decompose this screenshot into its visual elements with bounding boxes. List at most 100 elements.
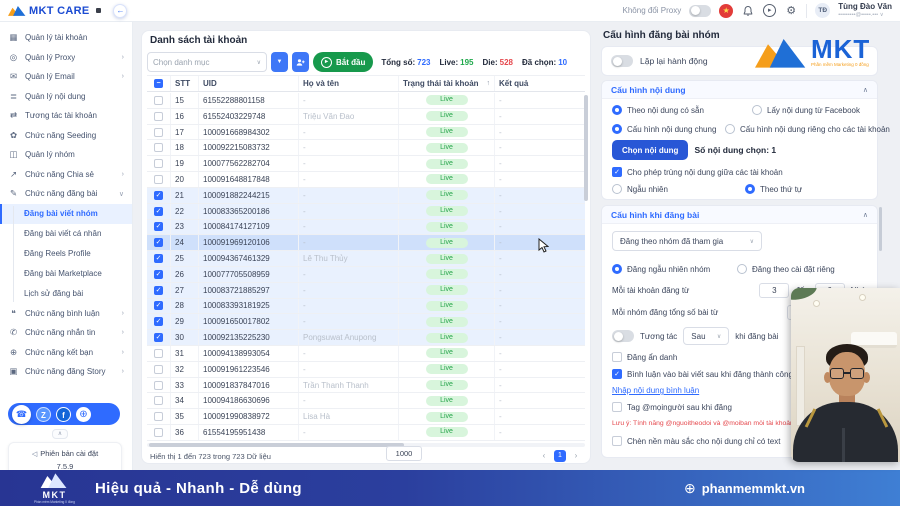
- row-checkbox[interactable]: [154, 174, 163, 184]
- choose-content-button[interactable]: Chọn nội dung: [612, 140, 689, 160]
- row-checkbox[interactable]: [154, 238, 163, 248]
- row-checkbox[interactable]: [154, 206, 163, 216]
- radio-custom-groups[interactable]: Đăng theo cài đặt riêng: [737, 264, 835, 274]
- support-icon[interactable]: ☎: [12, 404, 31, 424]
- radio-facebook-content[interactable]: Lấy nội dung từ Facebook: [752, 105, 860, 115]
- radio-icon[interactable]: [612, 184, 622, 194]
- table-vertical-scrollbar[interactable]: [584, 95, 588, 201]
- radio-icon[interactable]: [737, 264, 747, 274]
- row-checkbox[interactable]: [154, 333, 163, 343]
- sidebar-item[interactable]: ↗ Chức năng Chia sẻ ›: [0, 165, 132, 185]
- table-row[interactable]: 22 100083365200186 - Live -: [147, 203, 585, 220]
- table-horizontal-scrollbar[interactable]: [147, 443, 585, 447]
- collapse-chip[interactable]: ∧: [52, 429, 68, 439]
- page-size-select[interactable]: 1000: [386, 446, 422, 461]
- table-row[interactable]: 27 100083721885297 - Live -: [147, 282, 585, 299]
- table-row[interactable]: 16 61552403229748 Triệu Văn Đao Live -: [147, 108, 585, 125]
- table-row[interactable]: 32 100091961223546 - Live -: [147, 361, 585, 378]
- checkbox-icon[interactable]: [612, 369, 622, 379]
- interact-toggle[interactable]: [612, 330, 634, 342]
- row-checkbox[interactable]: [154, 190, 163, 200]
- radio-icon[interactable]: [745, 184, 755, 194]
- add-account-button[interactable]: [292, 52, 309, 72]
- config-scrollbar[interactable]: [879, 207, 882, 251]
- table-row[interactable]: 18 100092215083732 - Live -: [147, 140, 585, 157]
- proxy-toggle[interactable]: [689, 4, 712, 17]
- row-checkbox[interactable]: [154, 412, 163, 422]
- table-row[interactable]: 24 100091969120106 - Live -: [147, 235, 585, 252]
- repeat-toggle[interactable]: [611, 55, 633, 67]
- checkbox-icon[interactable]: [612, 352, 622, 362]
- interact-timing-select[interactable]: Sau ∨: [683, 327, 730, 345]
- select-all-checkbox[interactable]: [154, 79, 163, 88]
- footer-website[interactable]: ⊕ phanmemmkt.vn: [684, 480, 805, 497]
- text-background-checkbox[interactable]: Chèn nền màu sắc cho nội dung chỉ có tex…: [612, 436, 780, 446]
- radio-icon[interactable]: [612, 264, 622, 274]
- column-status[interactable]: Trạng thái tài khoản ↑: [399, 76, 495, 91]
- anonymous-checkbox[interactable]: Đăng ẩn danh: [612, 352, 677, 362]
- sidebar-item[interactable]: ❝ Chức năng bình luận ›: [0, 304, 132, 324]
- row-checkbox[interactable]: [154, 396, 163, 406]
- row-checkbox[interactable]: [154, 159, 163, 169]
- content-section-header[interactable]: Cấu hình nội dung ∧: [602, 81, 877, 99]
- sidebar-item[interactable]: ◫ Quản lý nhóm: [0, 145, 132, 165]
- tag-everyone-checkbox[interactable]: Tag @mọingười sau khi đăng: [612, 402, 732, 412]
- category-select[interactable]: Chọn danh mục ∨: [147, 52, 267, 72]
- column-result[interactable]: Kết quả: [495, 76, 585, 91]
- row-checkbox[interactable]: [154, 222, 163, 232]
- prev-page-button[interactable]: ‹: [538, 450, 550, 462]
- table-row[interactable]: 33 100091837847016 Trần Thanh Thanh Live…: [147, 377, 585, 394]
- sidebar-subitem[interactable]: Đăng bài viết cá nhân: [0, 224, 132, 244]
- table-row[interactable]: 31 100094138993054 - Live -: [147, 346, 585, 362]
- radio-sequential-order[interactable]: Theo thứ tự: [745, 184, 802, 194]
- table-row[interactable]: 15 61552288801158 - Live -: [147, 93, 585, 109]
- globe-icon[interactable]: ⊕: [76, 406, 91, 422]
- sidebar-item[interactable]: ▦ Quản lý tài khoản: [0, 28, 132, 48]
- row-checkbox[interactable]: [154, 348, 163, 358]
- row-checkbox[interactable]: [154, 127, 163, 137]
- table-row[interactable]: 23 100084174127109 - Live -: [147, 219, 585, 236]
- row-checkbox[interactable]: [154, 317, 163, 327]
- checkbox-icon[interactable]: [612, 402, 622, 412]
- sidebar-item[interactable]: ✎ Chức năng đăng bài ∨: [0, 184, 132, 204]
- comment-checkbox[interactable]: Bình luận vào bài viết sau khi đăng thàn…: [612, 369, 793, 379]
- row-checkbox[interactable]: [154, 285, 163, 295]
- sidebar-subitem[interactable]: Đăng bài Marketplace: [0, 264, 132, 284]
- table-row[interactable]: 28 100083393181925 - Live -: [147, 298, 585, 315]
- table-row[interactable]: 34 100094186630696 - Live -: [147, 393, 585, 410]
- user-menu[interactable]: Tùng Đào Văn •••••••••@•••••.••• ∨: [838, 3, 892, 18]
- radio-available-content[interactable]: Theo nội dung có sẵn: [612, 105, 704, 115]
- row-checkbox[interactable]: [154, 301, 163, 311]
- sidebar-subitem[interactable]: Đăng Reels Profile: [0, 244, 132, 264]
- sidebar-item[interactable]: ✆ Chức năng nhắn tin ›: [0, 323, 132, 343]
- radio-random-order[interactable]: Ngẫu nhiên: [612, 184, 668, 194]
- column-stt[interactable]: STT: [171, 76, 199, 91]
- radio-common-content[interactable]: Cấu hình nội dung chung: [612, 124, 716, 134]
- play-circle-icon[interactable]: ▸: [763, 4, 777, 17]
- table-row[interactable]: 25 100094367461329 Lê Thu Thủy Live -: [147, 251, 585, 267]
- table-row[interactable]: 19 100077562282704 - Live -: [147, 156, 585, 173]
- per-account-from-input[interactable]: 3: [759, 283, 790, 298]
- radio-icon[interactable]: [612, 124, 622, 134]
- table-row[interactable]: 21 100091882244215 - Live -: [147, 187, 585, 204]
- sort-asc-icon[interactable]: ↑: [487, 80, 491, 87]
- row-checkbox[interactable]: [154, 95, 163, 105]
- flag-icon[interactable]: ★: [719, 3, 734, 18]
- sidebar-subitem[interactable]: Đăng bài viết nhóm: [0, 203, 132, 224]
- sidebar-item[interactable]: ≣ Quản lý nội dung: [0, 87, 132, 107]
- row-checkbox[interactable]: [154, 364, 163, 374]
- sidebar-item[interactable]: ✿ Chức năng Seeding: [0, 126, 132, 146]
- group-mode-select[interactable]: Đăng theo nhóm đã tham gia ∨: [612, 231, 762, 251]
- sidebar-subitem[interactable]: Lịch sử đăng bài: [0, 284, 132, 304]
- posting-section-header[interactable]: Cấu hình khi đăng bài ∧: [602, 206, 877, 224]
- row-checkbox[interactable]: [154, 143, 163, 153]
- sidebar-item[interactable]: ◎ Quản lý Proxy ›: [0, 48, 132, 68]
- next-page-button[interactable]: ›: [570, 450, 582, 462]
- row-checkbox[interactable]: [154, 111, 163, 121]
- table-row[interactable]: 26 100077705508959 - Live -: [147, 266, 585, 283]
- column-name[interactable]: Họ và tên: [299, 76, 399, 91]
- checkbox-icon[interactable]: [612, 436, 622, 446]
- checkbox-icon[interactable]: [612, 167, 622, 177]
- radio-icon[interactable]: [612, 105, 622, 115]
- radio-icon[interactable]: [725, 124, 735, 134]
